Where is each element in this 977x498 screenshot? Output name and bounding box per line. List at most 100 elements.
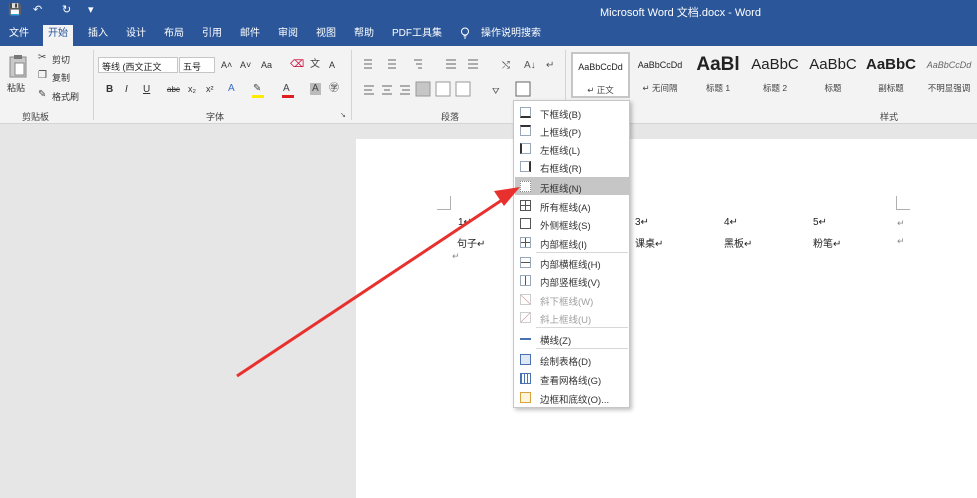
menu-item-view-gridlines[interactable]: 查看网格线(G) [515,369,629,387]
table-cell[interactable]: 4↵ [724,217,738,228]
scissors-icon[interactable]: ✂ [38,52,46,64]
menu-item-right-border[interactable]: 右框线(R) [515,157,629,175]
top-border-icon [520,125,531,136]
style-normal[interactable]: AaBbCcDd ↵ 正文 [571,52,630,98]
menu-item-inside-horizontal-border[interactable]: 内部横框线(H) [515,253,629,271]
paragraph-mark: ↵ [452,251,460,261]
cut-button[interactable]: 剪切 [52,53,70,66]
paragraph-group-label: 段落 [441,112,460,122]
tab-design[interactable]: 设计 [121,27,151,46]
tab-layout[interactable]: 布局 [159,27,189,46]
font-name-dropdown[interactable]: 等线 (西文正文 [98,57,178,73]
no-border-icon [520,181,531,192]
text-effects-icon[interactable]: A [228,83,235,95]
svg-text:⤭: ⤭ [502,60,510,71]
paste-icon[interactable] [9,54,27,78]
row-end-mark: ↵ [897,236,905,246]
format-painter-button[interactable]: 格式刷 [52,90,79,103]
tab-file[interactable]: 文件 [4,27,34,46]
menu-item-bottom-border[interactable]: 下框线(B) [515,103,629,121]
underline-button[interactable]: U [143,84,150,95]
phonetic-guide-icon[interactable]: 文 [310,59,320,71]
menu-item-horizontal-line[interactable]: 横线(Z) [515,329,629,347]
font-size-dropdown[interactable]: 五号 [179,57,215,73]
table-cell[interactable]: 粉笔↵ [813,235,841,250]
table-cell[interactable]: 1↵ [458,217,472,228]
highlight-color-swatch [252,95,264,98]
table-cell[interactable]: 句子↵ [457,235,485,250]
char-shading-icon[interactable]: A [310,83,321,95]
italic-button[interactable]: I [125,84,128,95]
copy-button[interactable]: 复制 [52,71,70,84]
document-page[interactable]: 1↵ 3↵ 4↵ 5↵ ↵ 句子↵ 课桌↵ 黑板↵ 粉笔↵ ↵ ↵ [356,139,977,498]
tab-references[interactable]: 引用 [197,27,227,46]
menu-item-top-border[interactable]: 上框线(P) [515,121,629,139]
diagonal-down-border-icon [520,294,531,305]
tell-me-search[interactable]: 操作说明搜索 [476,27,546,46]
ribbon-tabs: 文件 开始 插入 设计 布局 引用 邮件 审阅 视图 帮助 PDF工具集 操作说… [0,22,977,46]
paste-button[interactable]: 粘贴 [7,81,25,94]
change-case-button[interactable]: Aa [261,60,272,70]
table-cell[interactable]: 5↵ [813,217,827,228]
ribbon-home: 粘贴 ✂ 剪切 ❐ 复制 ✎ 格式刷 剪贴板 等线 (西文正文 五号 A˄ A˅… [0,46,977,124]
style-heading-2[interactable]: AaBbC 标题 2 [746,52,804,98]
save-icon[interactable]: 💾 [8,3,22,16]
char-border-button[interactable]: A [329,60,335,70]
menu-item-all-borders[interactable]: 所有框线(A) [515,196,629,214]
subscript-button[interactable]: x₂ [188,84,196,94]
style-no-spacing[interactable]: AaBbCcDd ↵ 无间隔 [631,52,689,98]
lightbulb-icon [461,27,469,39]
table-cell[interactable]: 课桌↵ [635,235,663,250]
menu-item-left-border[interactable]: 左框线(L) [515,139,629,157]
tab-help[interactable]: 帮助 [349,27,379,46]
style-subtle-emphasis[interactable]: AaBbCcDd 不明显强调 [921,52,977,98]
paragraph-tools-icons[interactable]: ⤭ A↓ ↵ ⛛ [358,56,558,100]
tab-view[interactable]: 视图 [311,27,341,46]
diagonal-up-border-icon [520,312,531,323]
highlight-icon[interactable]: ✎ [253,83,261,95]
font-group-label: 字体 [206,112,225,122]
inside-vertical-border-icon [520,275,531,286]
inside-borders-icon [520,237,531,248]
menu-item-no-border[interactable]: 无框线(N) [515,177,629,195]
tab-home[interactable]: 开始 [43,25,73,46]
svg-text:↵: ↵ [546,60,554,71]
group-divider [351,50,352,120]
menu-item-draw-table[interactable]: 绘制表格(D) [515,350,629,368]
outside-borders-icon [520,218,531,229]
format-painter-icon[interactable]: ✎ [38,89,46,101]
style-subtitle[interactable]: AaBbC 副标题 [862,52,920,98]
row-end-mark: ↵ [897,218,905,228]
menu-item-outside-borders[interactable]: 外侧框线(S) [515,214,629,232]
tab-pdf-tools[interactable]: PDF工具集 [387,27,447,46]
bold-button[interactable]: B [106,84,113,95]
redo-icon[interactable]: ↻ [62,3,71,16]
font-dialog-launcher-icon[interactable]: ↘ [340,110,346,122]
menu-item-diagonal-down-border: 斜下框线(W) [515,290,629,308]
enclose-char-icon[interactable]: ㊫ [329,83,339,95]
left-border-icon [520,143,531,154]
menu-item-inside-borders[interactable]: 内部框线(I) [515,233,629,251]
tab-review[interactable]: 审阅 [273,27,303,46]
view-gridlines-icon [520,373,531,384]
copy-icon[interactable]: ❐ [38,70,47,82]
tab-mailings[interactable]: 邮件 [235,27,265,46]
menu-separator [536,348,628,349]
table-cell[interactable]: 3↵ [635,217,649,228]
style-heading-1[interactable]: AaBl 标题 1 [689,52,747,98]
font-color-swatch [282,95,294,98]
clear-format-icon[interactable]: ⌫ [290,59,304,71]
menu-item-inside-vertical-border[interactable]: 内部竖框线(V) [515,271,629,289]
shrink-font-button[interactable]: A˅ [240,60,251,70]
grow-font-button[interactable]: A˄ [221,60,232,70]
superscript-button[interactable]: x² [206,84,214,94]
style-title[interactable]: AaBbC 标题 [804,52,862,98]
borders-dropdown-menu: 下框线(B) 上框线(P) 左框线(L) 右框线(R) 无框线(N) 所有框线(… [513,100,630,408]
menu-item-borders-and-shading[interactable]: 边框和底纹(O)... [515,388,629,406]
undo-icon[interactable]: ↶ [33,3,42,16]
font-color-icon[interactable]: A [283,83,290,95]
tab-insert[interactable]: 插入 [83,27,113,46]
customize-toolbar-icon[interactable]: ▾ [88,3,94,16]
strikethrough-button[interactable]: abc [167,85,180,94]
table-cell[interactable]: 黑板↵ [724,235,752,250]
